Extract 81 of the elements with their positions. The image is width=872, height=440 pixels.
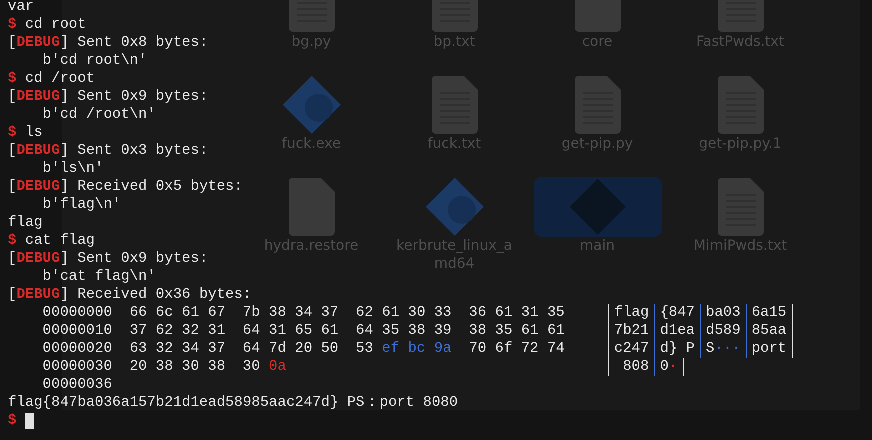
hex-bytes: 63 32 34 37 [130, 340, 226, 358]
debug-tag: DEBUG [16, 34, 60, 52]
debug-bracket: [ [8, 286, 17, 304]
debug-tag: DEBUG [16, 286, 60, 304]
ascii-text: S [706, 340, 715, 358]
ascii-text: ba03 [706, 304, 741, 322]
ascii-text: d} P [660, 340, 695, 358]
hex-bytes: ef bc 9a [382, 340, 452, 358]
debug-bracket: [ [8, 250, 17, 268]
text-file-icon [432, 76, 478, 134]
gear-diamond-icon [282, 76, 340, 134]
data-bytes: b'cat flag\n' [42, 269, 156, 285]
hex-bytes: 0a [269, 358, 286, 376]
debug-tag: DEBUG [16, 250, 60, 268]
prompt-symbol: $ [8, 70, 17, 88]
hex-bytes: 66 6c 61 67 [130, 304, 226, 322]
debug-tag: DEBUG [16, 142, 60, 160]
file-icon [288, 178, 334, 236]
hex-bytes: 7b 38 34 37 [242, 304, 339, 322]
hex-bytes: 36 61 31 35 [469, 304, 565, 322]
debug-bracket: [ [8, 34, 17, 52]
ascii-text: 0 [660, 358, 669, 376]
command-text: ls [25, 125, 43, 141]
hex-bytes: 53 [356, 340, 374, 358]
text-file-icon [718, 178, 764, 236]
hex-offset: 00000000 [42, 305, 112, 321]
file-item[interactable] [534, 177, 662, 237]
ascii-text: · [668, 358, 678, 376]
hex-bytes: 64 35 38 39 [356, 322, 452, 340]
hex-bytes: 38 35 61 61 [469, 322, 565, 340]
debug-message: ] Received 0x5 bytes: [60, 178, 243, 196]
prompt-symbol: $ [8, 16, 17, 34]
gear-diamond-icon [426, 178, 484, 236]
command-text: cat flag [25, 233, 96, 249]
hex-bytes: 30 [242, 358, 260, 376]
terminal-output: flag [8, 214, 43, 232]
hex-offset: 00000010 [42, 323, 112, 339]
hex-offset: 00000036 [42, 377, 112, 393]
debug-bracket: [ [8, 142, 17, 160]
debug-message: ] Sent 0x9 bytes: [60, 250, 208, 268]
terminal-output: var [8, 0, 34, 16]
ascii-text: flag [614, 304, 650, 322]
text-file-icon [574, 76, 620, 134]
hex-bytes: 70 6f 72 74 [469, 340, 565, 358]
ascii-text: 85aa [752, 322, 787, 340]
debug-message: ] Sent 0x3 bytes: [60, 142, 208, 160]
ascii-text: ··· [714, 340, 741, 358]
ascii-text: port [752, 340, 787, 358]
ascii-text: 7b21 [614, 322, 650, 340]
ascii-text: c247 [614, 340, 650, 358]
hex-offset: 00000020 [42, 341, 112, 357]
diamond-icon [570, 179, 626, 235]
hex-bytes: 37 62 32 31 [130, 322, 226, 340]
debug-message: ] Received 0x36 bytes: [60, 286, 252, 304]
data-bytes: b'cd root\n' [42, 53, 148, 69]
debug-tag: DEBUG [16, 88, 60, 106]
debug-bracket: [ [8, 178, 17, 196]
hex-bytes: 62 61 30 33 [356, 304, 452, 322]
ascii-text: 6a15 [752, 304, 787, 322]
ascii-text: {847 [660, 304, 695, 322]
command-text: cd /root [25, 71, 96, 87]
hex-bytes: 64 7d 20 50 [242, 340, 339, 358]
prompt-symbol: $ [8, 124, 17, 142]
hex-offset: 00000030 [42, 359, 112, 375]
text-file-icon [718, 76, 764, 134]
data-bytes: b'ls\n' [42, 161, 104, 177]
debug-bracket: [ [8, 88, 17, 106]
data-bytes: b'flag\n' [42, 197, 122, 213]
prompt-symbol: $ [8, 232, 17, 250]
terminal-output: flag{847ba036a157b21d1ead58985aac247d} PS：port 8080 [8, 394, 458, 412]
hex-bytes: 64 31 65 61 [242, 322, 339, 340]
debug-tag: DEBUG [16, 178, 60, 196]
ascii-text: 808 [622, 358, 650, 376]
prompt-symbol: $ [8, 412, 17, 430]
debug-message: ] Sent 0x8 bytes: [60, 34, 208, 52]
ascii-text: d1ea [660, 322, 695, 340]
ascii-text: d589 [706, 322, 741, 340]
hex-bytes: 20 38 30 38 [130, 358, 226, 376]
command-text: cd root [25, 17, 86, 33]
debug-message: ] Sent 0x9 bytes: [60, 88, 208, 106]
data-bytes: b'cd /root\n' [42, 107, 156, 123]
